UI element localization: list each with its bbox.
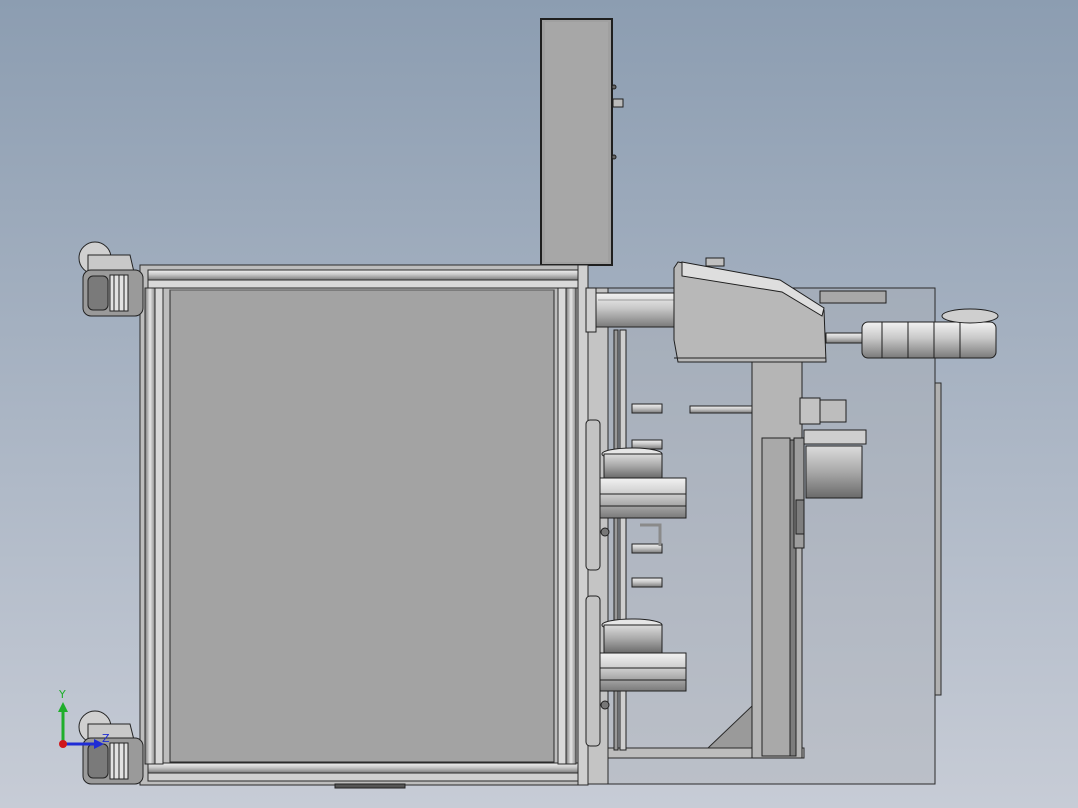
machine-side-view — [0, 0, 1078, 808]
cad-viewport[interactable]: Y Z — [0, 0, 1078, 808]
base-plate — [334, 783, 406, 789]
vertical-column — [540, 18, 624, 266]
main-frame — [139, 264, 609, 786]
control-arm — [585, 287, 681, 333]
y-axis-label: Y — [59, 688, 66, 701]
z-axis-label: Z — [102, 732, 110, 745]
